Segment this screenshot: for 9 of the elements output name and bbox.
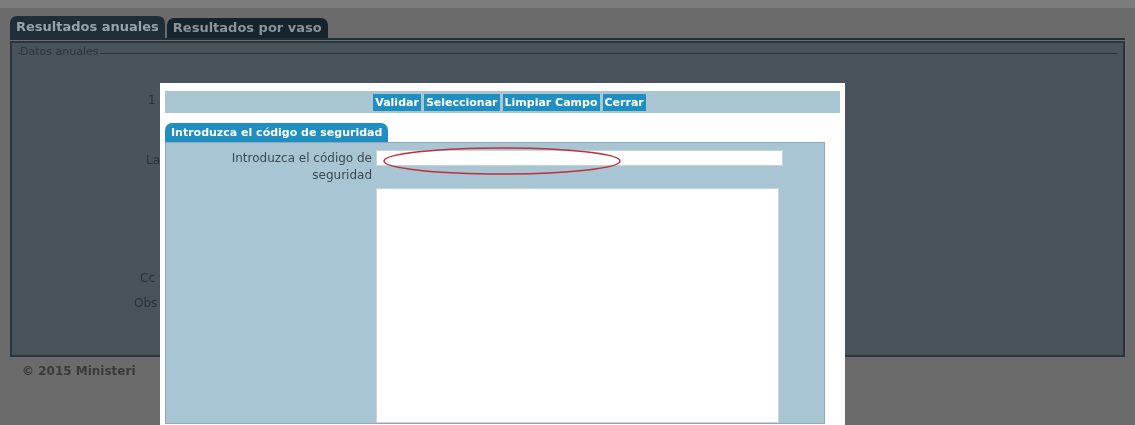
input-field[interactable] (376, 150, 783, 166)
dialog-button[interactable]: Validar (373, 93, 421, 111)
dialog-button[interactable]: Seleccionar (423, 93, 500, 111)
tab[interactable]: Resultados anuales (10, 16, 165, 38)
dialog-tab[interactable]: Introduzca el código de seguridad (165, 123, 389, 142)
dialog-button[interactable]: Cerrar (602, 93, 646, 111)
field-label: Introduzca el código de seguridad (230, 150, 373, 184)
dialog-button[interactable]: Limpiar Campo (502, 93, 600, 111)
tab[interactable]: Resultados por vaso (166, 18, 328, 38)
